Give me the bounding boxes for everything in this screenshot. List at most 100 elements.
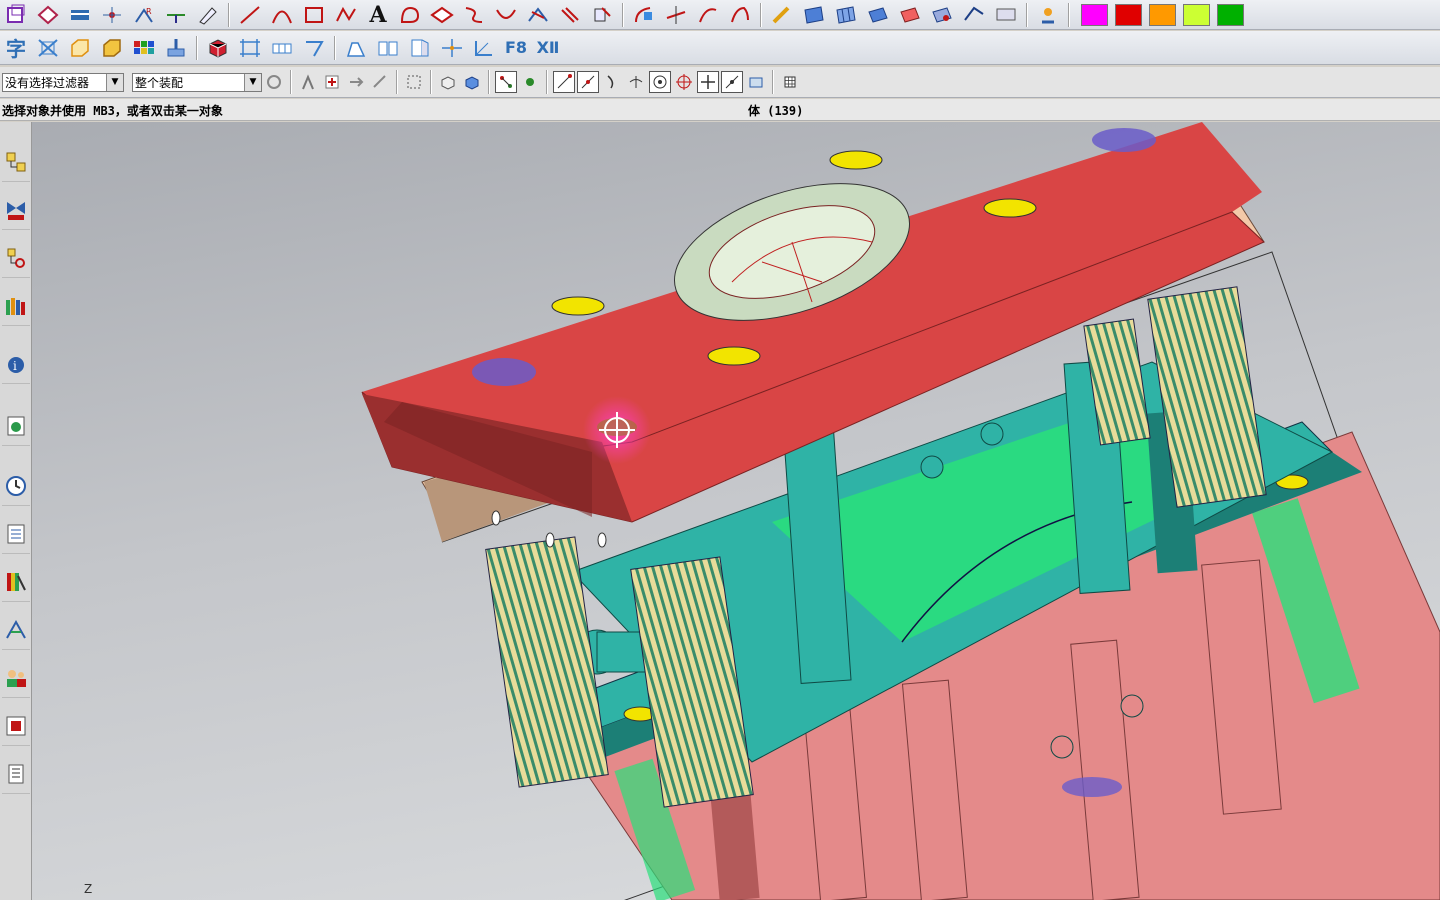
block-icon[interactable] bbox=[65, 35, 95, 61]
f8-view-icon[interactable]: F8 bbox=[501, 35, 531, 61]
char-icon[interactable]: 字 bbox=[1, 35, 31, 61]
arrow2-icon[interactable] bbox=[369, 71, 391, 93]
display-icon[interactable] bbox=[991, 2, 1021, 28]
reuse-library-icon[interactable] bbox=[2, 286, 30, 326]
status-selection: 体 (139) bbox=[748, 104, 804, 118]
perp-icon[interactable] bbox=[625, 71, 647, 93]
toolbar-separator bbox=[430, 70, 432, 94]
svg-text:i: i bbox=[13, 359, 17, 373]
box-select-icon[interactable] bbox=[403, 71, 425, 93]
color-swatch-red[interactable] bbox=[1115, 3, 1142, 26]
arrow-icon[interactable] bbox=[345, 71, 367, 93]
print-icon[interactable] bbox=[2, 754, 30, 794]
rectangle-icon[interactable] bbox=[299, 2, 329, 28]
split-face-icon[interactable] bbox=[405, 35, 435, 61]
wave-icon[interactable] bbox=[693, 2, 723, 28]
project-icon[interactable] bbox=[459, 2, 489, 28]
offset-surface-icon[interactable] bbox=[863, 2, 893, 28]
part-navigator-icon[interactable] bbox=[2, 238, 30, 278]
text-a-icon[interactable]: A bbox=[363, 2, 393, 28]
measure-icon[interactable] bbox=[65, 2, 95, 28]
mold-assembly-model[interactable] bbox=[32, 122, 1440, 900]
fillet-curve-icon[interactable] bbox=[629, 2, 659, 28]
box-icon[interactable] bbox=[1, 2, 31, 28]
color-swatch-green[interactable] bbox=[1217, 3, 1244, 26]
color-swatch-lime[interactable] bbox=[1183, 3, 1210, 26]
selection-cursor bbox=[583, 396, 651, 464]
visual-report-icon[interactable] bbox=[2, 706, 30, 746]
shaded-cube-icon[interactable] bbox=[461, 71, 483, 93]
line-icon[interactable] bbox=[235, 2, 265, 28]
grid-icon[interactable] bbox=[779, 71, 801, 93]
cube-icon[interactable] bbox=[97, 35, 127, 61]
web-browser-icon[interactable] bbox=[2, 406, 30, 446]
surface-icon[interactable] bbox=[725, 2, 755, 28]
control-point-icon[interactable] bbox=[601, 71, 623, 93]
toolbar-separator bbox=[488, 70, 490, 94]
assembly-navigator-icon[interactable] bbox=[2, 142, 30, 182]
thicken-icon[interactable] bbox=[831, 2, 861, 28]
refresh-icon[interactable] bbox=[263, 71, 285, 93]
history-icon[interactable] bbox=[2, 466, 30, 506]
center-icon[interactable] bbox=[649, 71, 671, 93]
select-plus-icon[interactable] bbox=[321, 71, 343, 93]
chevron-down-icon[interactable]: ▼ bbox=[106, 73, 123, 91]
intersection-icon[interactable] bbox=[697, 71, 719, 93]
mesh-icon[interactable] bbox=[767, 2, 797, 28]
view-cube-icon[interactable] bbox=[437, 71, 459, 93]
graphics-window[interactable]: Z bbox=[32, 122, 1440, 900]
bar-icon[interactable] bbox=[267, 35, 297, 61]
quadrant-icon[interactable] bbox=[673, 71, 695, 93]
selection-scope-select[interactable]: 整个装配 ▼ bbox=[132, 72, 262, 92]
color-swatch-magenta[interactable] bbox=[1081, 3, 1108, 26]
mid-point-icon[interactable] bbox=[577, 71, 599, 93]
analysis-icon[interactable] bbox=[959, 2, 989, 28]
sweep-icon[interactable] bbox=[799, 2, 829, 28]
type-filter-value: 没有选择过滤器 bbox=[5, 75, 90, 90]
xii-icon[interactable]: XⅡ bbox=[533, 35, 563, 61]
angle-icon[interactable] bbox=[469, 35, 499, 61]
bridge-icon[interactable] bbox=[491, 2, 521, 28]
red-cube-icon[interactable] bbox=[203, 35, 233, 61]
type-filter-select[interactable]: 没有选择过滤器 ▼ bbox=[2, 72, 124, 92]
trim-curve-icon[interactable] bbox=[523, 2, 553, 28]
extract-icon[interactable] bbox=[555, 2, 585, 28]
point-on-curve-icon[interactable] bbox=[745, 71, 767, 93]
constraint-navigator-icon[interactable] bbox=[2, 190, 30, 230]
palette-icon[interactable] bbox=[2, 562, 30, 602]
brush-icon[interactable] bbox=[161, 35, 191, 61]
bend-icon[interactable] bbox=[299, 35, 329, 61]
offset-curve-icon[interactable] bbox=[427, 2, 457, 28]
move-icon[interactable] bbox=[341, 35, 371, 61]
chevron-down-icon[interactable]: ▼ bbox=[244, 73, 261, 91]
existing-point-icon[interactable] bbox=[721, 71, 743, 93]
color-grid-icon[interactable] bbox=[129, 35, 159, 61]
point-icon[interactable] bbox=[97, 2, 127, 28]
spline-icon[interactable] bbox=[331, 2, 361, 28]
datum-icon[interactable] bbox=[161, 2, 191, 28]
toolbar-separator bbox=[196, 35, 198, 60]
roles-icon[interactable] bbox=[2, 658, 30, 698]
copy-cube-icon[interactable] bbox=[33, 2, 63, 28]
info-icon[interactable]: i bbox=[2, 344, 30, 384]
trim-x-icon[interactable] bbox=[33, 35, 63, 61]
pair-icon[interactable] bbox=[373, 35, 403, 61]
hand-icon[interactable] bbox=[297, 71, 319, 93]
process-icon[interactable] bbox=[2, 514, 30, 554]
trim-body-icon[interactable] bbox=[895, 2, 925, 28]
split-icon[interactable] bbox=[661, 2, 691, 28]
edit-surface-icon[interactable] bbox=[927, 2, 957, 28]
paint-icon[interactable] bbox=[1033, 2, 1063, 28]
color-swatch-orange[interactable] bbox=[1149, 3, 1176, 26]
axis-cross-icon[interactable] bbox=[437, 35, 467, 61]
edit-curve-icon[interactable] bbox=[587, 2, 617, 28]
end-point-icon[interactable] bbox=[553, 71, 575, 93]
zoom-r-icon[interactable]: R bbox=[129, 2, 159, 28]
snap-mid-icon[interactable] bbox=[519, 71, 541, 93]
curve-shape-icon[interactable] bbox=[395, 2, 425, 28]
systems-icon[interactable] bbox=[2, 610, 30, 650]
sketch-icon[interactable] bbox=[193, 2, 223, 28]
arc-icon[interactable] bbox=[267, 2, 297, 28]
snap-all-icon[interactable] bbox=[495, 71, 517, 93]
frame-icon[interactable] bbox=[235, 35, 265, 61]
